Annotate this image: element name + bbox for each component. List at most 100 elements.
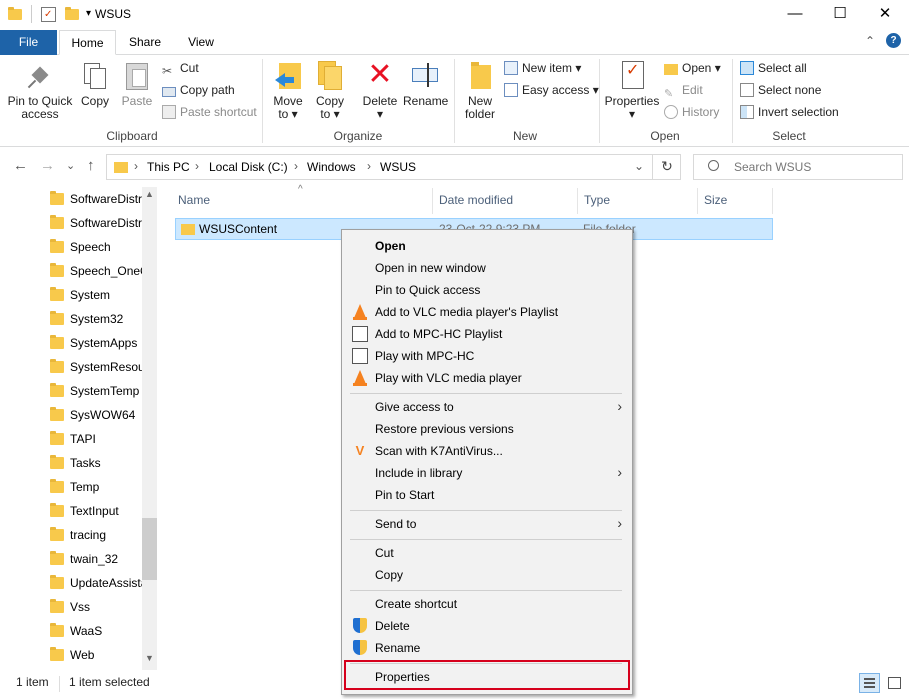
nav-item-folder[interactable]: System — [50, 283, 142, 307]
edit-button[interactable]: ✎ Edit — [664, 82, 703, 100]
column-header-name[interactable]: Name — [178, 193, 210, 207]
details-view-icon[interactable] — [859, 673, 880, 693]
column-header-size[interactable]: Size — [704, 193, 727, 207]
new-folder-button[interactable]: New folder — [460, 59, 500, 121]
pin-to-quick-access-button[interactable]: Pin to Quick access — [5, 59, 75, 121]
nav-scrollbar[interactable]: ▲ ▼ — [142, 187, 157, 670]
move-to-button[interactable]: Move to ▾ — [269, 59, 307, 121]
nav-item-folder[interactable]: UpdateAssista — [50, 571, 142, 595]
nav-item-folder[interactable]: SoftwareDistr — [50, 211, 142, 235]
address-bar[interactable]: › This PC › Local Disk (C:) › Windows › … — [106, 154, 681, 180]
nav-item-folder[interactable]: SystemApps — [50, 331, 142, 355]
tab-share[interactable]: Share — [118, 30, 172, 55]
breadcrumb-windows[interactable]: Windows — [307, 160, 356, 174]
tab-file[interactable]: File — [0, 30, 57, 55]
menu-item-give-access[interactable]: Give access to — [375, 396, 625, 418]
minimize-button[interactable]: — — [772, 0, 818, 30]
column-divider[interactable] — [577, 188, 578, 214]
breadcrumb-this-pc[interactable]: This PC — [147, 160, 190, 174]
delete-button[interactable]: ✕ Delete ▾ — [360, 59, 400, 121]
tab-home[interactable]: Home — [59, 30, 116, 55]
invert-selection-button[interactable]: Invert selection — [740, 104, 839, 120]
forward-arrow-icon[interactable]: → — [40, 157, 55, 174]
maximize-button[interactable]: ☐ — [817, 0, 863, 30]
paste-button[interactable]: Paste — [118, 59, 156, 108]
nav-item-folder[interactable]: tracing — [50, 523, 142, 547]
menu-item-pin-quick-access[interactable]: Pin to Quick access — [375, 279, 480, 301]
scroll-up-icon[interactable]: ▲ — [145, 189, 154, 199]
menu-item-pin-start[interactable]: Pin to Start — [375, 484, 434, 506]
nav-item-folder[interactable]: twain_32 — [50, 547, 142, 571]
nav-item-folder[interactable]: Speech — [50, 235, 142, 259]
nav-item-folder[interactable]: Vss — [50, 595, 142, 619]
properties-quick-icon[interactable]: ✓ — [41, 7, 56, 22]
search-input[interactable]: Search WSUS — [693, 154, 903, 180]
menu-item-open[interactable]: Open — [375, 235, 406, 257]
recent-locations-icon[interactable]: ⌄ — [66, 159, 75, 172]
nav-item-folder[interactable]: SysWOW64 — [50, 403, 142, 427]
menu-item-include-library[interactable]: Include in library — [375, 462, 462, 484]
menu-item-send-to[interactable]: Send to — [375, 513, 416, 535]
nav-item-folder[interactable]: SystemResou — [50, 355, 142, 379]
paste-shortcut-button[interactable]: Paste shortcut — [162, 104, 257, 120]
collapse-ribbon-icon[interactable]: ⌃ — [865, 34, 875, 48]
up-arrow-icon[interactable]: ↑ — [87, 157, 95, 174]
menu-item-create-shortcut[interactable]: Create shortcut — [375, 593, 457, 615]
breadcrumb-separator[interactable]: › — [195, 159, 199, 173]
help-icon[interactable]: ? — [886, 33, 901, 48]
nav-item-folder[interactable]: Speech_OneC — [50, 259, 142, 283]
new-item-button[interactable]: New item ▾ — [504, 60, 581, 76]
nav-item-folder[interactable]: TextInput — [50, 499, 142, 523]
menu-item-cut[interactable]: Cut — [375, 542, 394, 564]
select-all-button[interactable]: Select all — [740, 60, 807, 76]
back-arrow-icon[interactable]: ← — [13, 157, 28, 174]
menu-item-play-mpc[interactable]: Play with MPC-HC — [375, 345, 474, 367]
address-dropdown-icon[interactable]: ⌄ — [634, 159, 644, 173]
column-divider[interactable] — [432, 188, 433, 214]
scroll-down-icon[interactable]: ▼ — [145, 653, 154, 663]
nav-item-folder[interactable]: Tasks — [50, 451, 142, 475]
menu-item-delete[interactable]: Delete — [375, 615, 410, 637]
breadcrumb-wsus[interactable]: WSUS — [380, 160, 416, 174]
copy-button[interactable]: Copy — [77, 59, 113, 108]
new-folder-quick-icon[interactable] — [65, 7, 79, 20]
cut-button[interactable]: ✂ Cut — [162, 60, 199, 78]
copy-to-button[interactable]: Copy to ▾ — [311, 59, 349, 121]
nav-item-folder[interactable]: Temp — [50, 475, 142, 499]
close-button[interactable]: ✕ — [862, 0, 908, 30]
rename-button[interactable]: Rename — [403, 59, 448, 108]
properties-button[interactable]: ✓ Properties ▾ — [604, 59, 660, 121]
large-icons-view-icon[interactable] — [884, 673, 905, 693]
nav-item-folder[interactable]: SoftwareDistr — [50, 187, 142, 211]
column-header-type[interactable]: Type — [584, 193, 610, 207]
nav-item-folder[interactable]: Web — [50, 643, 142, 667]
menu-item-restore-versions[interactable]: Restore previous versions — [375, 418, 514, 440]
nav-item-folder[interactable]: WaaS — [50, 619, 142, 643]
navigation-pane[interactable]: SoftwareDistr SoftwareDistr Speech Speech_O… — [0, 187, 157, 670]
refresh-icon[interactable]: ↻ — [652, 154, 681, 180]
menu-item-copy[interactable]: Copy — [375, 564, 403, 586]
column-divider[interactable] — [772, 188, 773, 214]
tab-view[interactable]: View — [174, 30, 228, 55]
menu-item-play-vlc[interactable]: Play with VLC media player — [375, 367, 522, 389]
nav-item-folder[interactable]: SystemTemp — [50, 379, 142, 403]
menu-item-open-new-window[interactable]: Open in new window — [375, 257, 486, 279]
column-divider[interactable] — [697, 188, 698, 214]
menu-item-add-vlc-playlist[interactable]: Add to VLC media player's Playlist — [375, 301, 558, 323]
menu-item-scan-k7[interactable]: Scan with K7AntiVirus... — [375, 440, 503, 462]
nav-scroll-thumb[interactable] — [142, 518, 157, 580]
open-button[interactable]: Open ▾ — [664, 60, 721, 76]
easy-access-button[interactable]: Easy access ▾ — [504, 82, 599, 98]
select-none-button[interactable]: Select none — [740, 82, 821, 98]
breadcrumb-local-disk[interactable]: Local Disk (C:) — [209, 160, 288, 174]
nav-item-folder[interactable]: TAPI — [50, 427, 142, 451]
customize-quick-access-icon[interactable]: ▾ — [86, 8, 91, 19]
breadcrumb-separator[interactable]: › — [294, 159, 298, 173]
column-header-date-modified[interactable]: Date modified — [439, 193, 513, 207]
menu-item-add-mpc-playlist[interactable]: Add to MPC-HC Playlist — [375, 323, 502, 345]
menu-item-rename[interactable]: Rename — [375, 637, 420, 659]
history-button[interactable]: History — [664, 104, 719, 120]
breadcrumb-separator[interactable]: › — [367, 159, 371, 173]
nav-item-folder[interactable]: System32 — [50, 307, 142, 331]
copy-path-button[interactable]: Copy path — [162, 82, 235, 98]
